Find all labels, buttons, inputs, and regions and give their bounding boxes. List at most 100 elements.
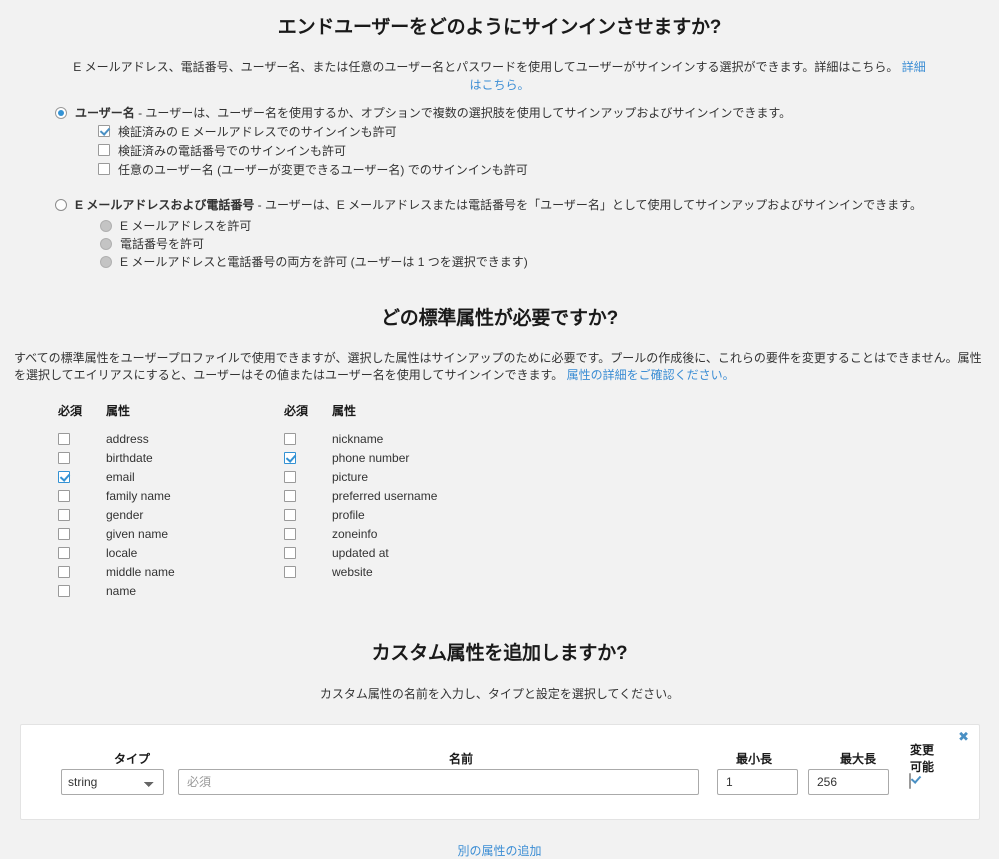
- attribute-row: address: [58, 429, 284, 448]
- header-mutable-line2: 可能: [909, 760, 934, 774]
- checkbox-attribute-gender[interactable]: [58, 508, 70, 521]
- checkbox-attribute-nickname[interactable]: [284, 432, 296, 445]
- attribute-row: birthdate: [58, 448, 284, 467]
- attribute-row: family name: [58, 486, 284, 505]
- checkbox-attribute-address[interactable]: [58, 432, 70, 445]
- signin-suboption-allow-both-label: E メールアドレスと電話番号の両方を許可 (ユーザーは 1 つを選択できます): [120, 255, 528, 269]
- radio-email-phone[interactable]: [55, 199, 67, 211]
- attribute-name-label: profile: [332, 507, 365, 522]
- attribute-required-cell: [58, 451, 106, 464]
- standard-attributes-learn-more-link[interactable]: 属性の詳細をご確認ください。: [567, 368, 735, 382]
- type-select[interactable]: stringnumber: [61, 769, 164, 795]
- standard-attributes-section: どの標準属性が必要ですか? すべての標準属性をユーザープロファイルで使用できます…: [0, 303, 999, 600]
- signin-section: エンドユーザーをどのようにサインインさせますか? E メールアドレス、電話番号、…: [0, 0, 999, 269]
- signin-suboption-allow-email: E メールアドレスを許可: [0, 219, 999, 233]
- radio-allow-email: [100, 220, 112, 232]
- header-type: タイプ: [113, 752, 150, 766]
- radio-allow-phone: [100, 238, 112, 250]
- attribute-required-cell: [58, 489, 106, 502]
- signin-suboption-preferred-username[interactable]: 任意のユーザー名 (ユーザーが変更できるユーザー名) でのサインインも許可: [0, 163, 999, 177]
- checkbox-preferred-username[interactable]: [98, 163, 110, 175]
- signin-option-username-label-rest: - ユーザーは、ユーザー名を使用するか、オプションで複数の選択肢を使用してサイン…: [134, 106, 792, 120]
- checkbox-attribute-phone-number[interactable]: [284, 451, 296, 464]
- custom-attributes-title: カスタム属性を追加しますか?: [371, 643, 628, 664]
- attribute-row: profile: [284, 505, 510, 524]
- attribute-name-label: phone number: [332, 450, 410, 465]
- checkbox-verified-phone[interactable]: [98, 144, 110, 156]
- signin-option-email-phone-label-rest: - ユーザーは、E メールアドレスまたは電話番号を「ユーザー名」として使用してサ…: [254, 198, 922, 212]
- attribute-row: phone number: [284, 448, 510, 467]
- signin-option-email-phone-label-bold: E メールアドレスおよび電話番号: [75, 198, 255, 212]
- attribute-row: given name: [58, 524, 284, 543]
- standard-attributes-title: どの標準属性が必要ですか?: [380, 308, 618, 329]
- attribute-row: email: [58, 467, 284, 486]
- mutable-checkbox-wrap: [909, 773, 911, 789]
- checkbox-attribute-website[interactable]: [284, 565, 296, 578]
- checkbox-attribute-name[interactable]: [58, 584, 70, 597]
- attributes-column-right-header: 必須 属性: [284, 402, 510, 419]
- signin-option-username-label: ユーザー名 - ユーザーは、ユーザー名を使用するか、オプションで複数の選択肢を使…: [75, 106, 791, 120]
- radio-username[interactable]: [55, 107, 67, 119]
- attribute-required-cell: [284, 470, 332, 483]
- checkbox-attribute-zoneinfo[interactable]: [284, 527, 296, 540]
- signin-option-email-phone[interactable]: E メールアドレスおよび電話番号 - ユーザーは、E メールアドレスまたは電話番…: [0, 198, 999, 212]
- attribute-row: gender: [58, 505, 284, 524]
- max-length-wrap: [808, 769, 889, 795]
- checkbox-verified-email[interactable]: [98, 125, 110, 137]
- signin-option-username[interactable]: ユーザー名 - ユーザーは、ユーザー名を使用するか、オプションで複数の選択肢を使…: [0, 106, 999, 120]
- attribute-required-cell: [284, 508, 332, 521]
- checkbox-attribute-preferred-username[interactable]: [284, 489, 296, 502]
- signin-suboption-allow-phone-label: 電話番号を許可: [120, 237, 205, 251]
- checkbox-attribute-middle-name[interactable]: [58, 565, 70, 578]
- attribute-required-cell: [284, 489, 332, 502]
- attribute-name-label: updated at: [332, 545, 389, 560]
- attribute-required-cell: [58, 432, 106, 445]
- standard-attributes-description-text: すべての標準属性をユーザープロファイルで使用できますが、選択した属性はサインアッ…: [14, 351, 982, 382]
- signin-suboption-allow-email-label: E メールアドレスを許可: [120, 219, 252, 233]
- signin-option-email-phone-label: E メールアドレスおよび電話番号 - ユーザーは、E メールアドレスまたは電話番…: [75, 198, 922, 212]
- attribute-required-cell: [58, 584, 106, 597]
- add-another-attribute-link[interactable]: 別の属性の追加: [457, 844, 541, 858]
- checkbox-attribute-email[interactable]: [58, 470, 70, 483]
- attribute-name-label: family name: [106, 488, 171, 503]
- max-length-input[interactable]: [808, 769, 889, 795]
- attribute-required-cell: [58, 546, 106, 559]
- signin-suboption-verified-phone-label: 検証済みの電話番号でのサインインも許可: [118, 144, 347, 158]
- attribute-required-cell: [58, 527, 106, 540]
- attribute-row: name: [58, 581, 284, 600]
- checkbox-attribute-given-name[interactable]: [58, 527, 70, 540]
- attribute-name-label: birthdate: [106, 450, 153, 465]
- standard-attributes-table: 必須 属性 address birthdate email family name ge…: [0, 402, 999, 600]
- signin-suboption-verified-email[interactable]: 検証済みの E メールアドレスでのサインインも許可: [0, 125, 999, 139]
- checkbox-attribute-updated-at[interactable]: [284, 546, 296, 559]
- mutable-checkbox[interactable]: [909, 773, 911, 789]
- checkbox-attribute-birthdate[interactable]: [58, 451, 70, 464]
- attribute-name-label: email: [106, 469, 135, 484]
- standard-attributes-description: すべての標準属性をユーザープロファイルで使用できますが、選択した属性はサインアッ…: [0, 350, 999, 384]
- header-attribute-right: 属性: [332, 404, 357, 418]
- checkbox-attribute-locale[interactable]: [58, 546, 70, 559]
- add-another-attribute-wrap: 別の属性の追加: [0, 842, 999, 859]
- checkbox-attribute-profile[interactable]: [284, 508, 296, 521]
- checkbox-attribute-picture[interactable]: [284, 470, 296, 483]
- signin-description-text: E メールアドレス、電話番号、ユーザー名、または任意のユーザー名とパスワードを使…: [73, 60, 899, 74]
- checkbox-attribute-family-name[interactable]: [58, 489, 70, 502]
- signin-description: E メールアドレス、電話番号、ユーザー名、または任意のユーザー名とパスワードを使…: [0, 58, 999, 94]
- attributes-column-left-header: 必須 属性: [58, 402, 284, 419]
- header-mutable-line1: 変更: [909, 743, 934, 757]
- attribute-required-cell: [284, 565, 332, 578]
- signin-suboption-allow-both: E メールアドレスと電話番号の両方を許可 (ユーザーは 1 つを選択できます): [0, 255, 999, 269]
- min-length-input[interactable]: [717, 769, 798, 795]
- attributes-column-left: 必須 属性 address birthdate email family name ge…: [58, 402, 284, 600]
- attribute-name-label: zoneinfo: [332, 526, 378, 541]
- attribute-name-label: name: [106, 583, 137, 598]
- type-select-wrap: stringnumber: [61, 769, 164, 795]
- attribute-row: zoneinfo: [284, 524, 510, 543]
- custom-attributes-section: カスタム属性を追加しますか? カスタム属性の名前を入力し、タイプと設定を選択して…: [0, 638, 999, 859]
- signin-suboption-verified-phone[interactable]: 検証済みの電話番号でのサインインも許可: [0, 144, 999, 158]
- attribute-name-label: given name: [106, 526, 169, 541]
- attribute-required-cell: [58, 508, 106, 521]
- custom-attribute-card: ✖ タイプ 名前 最小長 最大長 変更 可能 stringnumber: [20, 724, 980, 820]
- attribute-name-label: website: [332, 564, 373, 579]
- name-input[interactable]: [178, 769, 699, 795]
